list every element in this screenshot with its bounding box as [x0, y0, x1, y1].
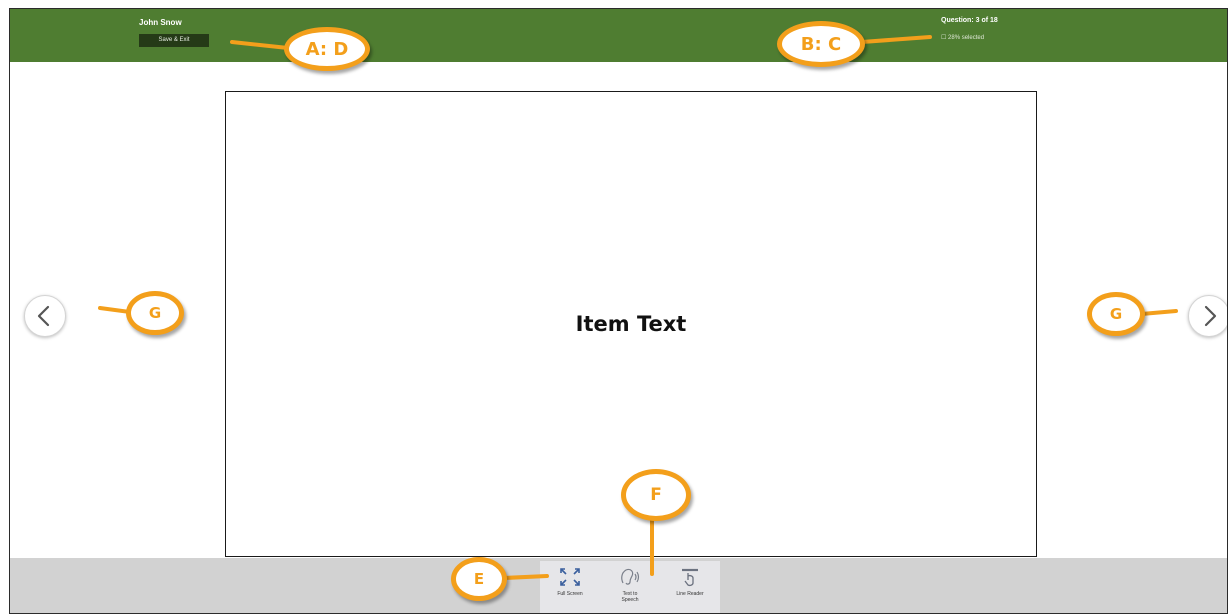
callout-e: E — [451, 557, 507, 601]
test-window: John Snow Save & Exit Question: 3 of 18 … — [9, 8, 1228, 614]
full-screen-tool[interactable]: Full Screen — [548, 561, 592, 613]
full-screen-icon — [560, 568, 580, 586]
text-to-speech-icon — [621, 568, 640, 585]
text-to-speech-label: Text to Speech — [621, 591, 639, 603]
next-question-button[interactable] — [1188, 295, 1227, 337]
item-text: Item Text — [575, 312, 687, 336]
student-name: John Snow — [139, 18, 182, 27]
callout-g-left: G — [126, 291, 184, 335]
line-reader-label: Line Reader — [676, 591, 704, 597]
text-to-speech-tool[interactable]: Text to Speech — [608, 561, 652, 613]
selected-status: ☐ 28% selected — [941, 35, 985, 41]
previous-question-button[interactable] — [24, 295, 66, 337]
callout-f: F — [621, 469, 691, 521]
question-counter: Question: 3 of 18 — [941, 17, 998, 24]
full-screen-label: Full Screen — [557, 591, 583, 597]
save-exit-button[interactable]: Save & Exit — [139, 34, 209, 47]
callout-a: A: D — [284, 27, 370, 71]
line-reader-tool[interactable]: Line Reader — [668, 561, 712, 613]
line-reader-icon — [682, 568, 698, 587]
tools-panel: Full Screen Text to Speech Line Reader — [540, 561, 720, 613]
top-header-bar: John Snow Save & Exit Question: 3 of 18 … — [10, 9, 1227, 62]
chevron-left-icon — [37, 305, 50, 327]
callout-b: B: C — [777, 21, 865, 67]
callout-g-right: G — [1087, 292, 1145, 336]
chevron-right-icon — [1204, 305, 1217, 327]
